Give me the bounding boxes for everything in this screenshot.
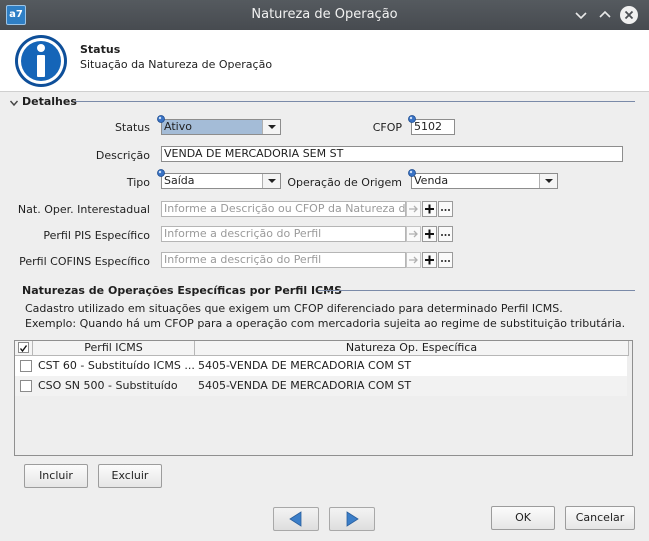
column-header-natureza[interactable]: Natureza Op. Específica (195, 341, 629, 356)
section-detalhes-title: Detalhes (22, 95, 77, 108)
collapse-chevron-icon[interactable] (9, 98, 19, 108)
arrow-right-icon (346, 511, 359, 527)
cfop-label: CFOP (372, 121, 402, 134)
tipo-value: Saída (164, 174, 195, 187)
perfil-icms-table: Perfil ICMS Natureza Op. Específica CST … (14, 340, 633, 456)
perfil-pis-more-button[interactable] (438, 226, 453, 242)
tipo-select[interactable]: Saída (161, 173, 281, 189)
icms-description-line2: Exemplo: Quando há um CFOP para a operaç… (25, 317, 626, 330)
info-icon (15, 35, 67, 87)
status-select[interactable]: Ativo (161, 119, 281, 135)
row-perfil-icms: CSO SN 500 - Substituído (38, 379, 178, 392)
operacao-origem-value: Venda (414, 174, 449, 187)
minimize-icon[interactable] (571, 5, 591, 25)
nat-oper-add-button[interactable] (422, 201, 437, 217)
arrow-right-icon (409, 205, 418, 213)
excluir-button[interactable]: Excluir (98, 464, 162, 488)
window-titlebar: a7 Natureza de Operação (0, 0, 649, 30)
plus-icon (425, 204, 434, 214)
header-title: Status (80, 43, 121, 56)
cancelar-button[interactable]: Cancelar (565, 506, 635, 530)
incluir-button[interactable]: Incluir (24, 464, 88, 488)
nat-oper-go-button[interactable] (406, 201, 421, 217)
ok-button[interactable]: OK (491, 506, 555, 530)
operacao-origem-dropdown-arrow[interactable] (539, 174, 557, 188)
ellipsis-icon (441, 209, 450, 211)
ellipsis-icon (441, 234, 450, 236)
maximize-icon[interactable] (595, 5, 615, 25)
perfil-pis-go-button[interactable] (406, 226, 421, 242)
required-dot-icon (408, 169, 416, 177)
chevron-down-icon (268, 125, 276, 129)
icms-description-line1: Cadastro utilizado em situações que exig… (25, 302, 563, 315)
required-dot-icon (157, 115, 165, 123)
chevron-down-icon (545, 179, 553, 183)
perfil-pis-input[interactable]: Informe a descrição do Perfil (161, 226, 406, 242)
row-natureza: 5405-VENDA DE MERCADORIA COM ST (198, 359, 412, 372)
nat-oper-more-button[interactable] (438, 201, 453, 217)
perfil-cofins-label: Perfil COFINS Específico (19, 255, 150, 268)
row-perfil-icms: CST 60 - Substituído ICMS ... (38, 359, 194, 372)
perfil-cofins-more-button[interactable] (438, 252, 453, 268)
next-button[interactable] (329, 507, 375, 531)
arrow-right-icon (409, 230, 418, 238)
select-all-checkbox[interactable] (18, 342, 29, 353)
ellipsis-icon (441, 260, 450, 262)
status-value: Ativo (162, 120, 262, 134)
section-divider (318, 290, 635, 291)
perfil-pis-label: Perfil PIS Específico (43, 229, 150, 242)
table-row[interactable]: CSO SN 500 - Substituído 5405-VENDA DE M… (15, 376, 627, 396)
perfil-cofins-go-button[interactable] (406, 252, 421, 268)
window-title: Natureza de Operação (251, 7, 398, 22)
previous-button[interactable] (273, 507, 319, 531)
operacao-origem-select[interactable]: Venda (411, 173, 558, 189)
plus-icon (425, 229, 434, 239)
column-header-perfil-icms[interactable]: Perfil ICMS (33, 341, 195, 356)
perfil-pis-add-button[interactable] (422, 226, 437, 242)
row-natureza: 5405-VENDA DE MERCADORIA COM ST (198, 379, 412, 392)
table-header: Perfil ICMS Natureza Op. Específica (15, 341, 629, 356)
cfop-input[interactable]: 5102 (411, 119, 455, 135)
descricao-input[interactable]: VENDA DE MERCADORIA SEM ST (161, 146, 623, 162)
section-icms-title: Naturezas de Operações Específicas por P… (22, 284, 342, 297)
descricao-label: Descrição (95, 149, 150, 162)
table-row[interactable]: CST 60 - Substituído ICMS ... 5405-VENDA… (15, 356, 627, 376)
nat-oper-interestadual-input[interactable]: Informe a Descrição ou CFOP da Natureza … (161, 201, 406, 217)
perfil-cofins-add-button[interactable] (422, 252, 437, 268)
header-subtitle: Situação da Natureza de Operação (80, 58, 273, 71)
required-dot-icon (157, 169, 165, 177)
operacao-origem-label: Operação de Origem (287, 176, 402, 189)
section-divider (75, 101, 635, 102)
dialog-header: Status Situação da Natureza de Operação (0, 30, 649, 92)
status-label: Status (114, 121, 150, 134)
close-icon[interactable] (619, 5, 639, 25)
arrow-left-icon (289, 511, 302, 527)
row-checkbox[interactable] (20, 380, 32, 392)
select-all-cell[interactable] (15, 341, 33, 356)
tipo-label: Tipo (126, 176, 150, 189)
row-checkbox[interactable] (20, 360, 32, 372)
arrow-right-icon (409, 256, 418, 264)
nat-oper-interestadual-label: Nat. Oper. Interestadual (17, 203, 150, 216)
required-dot-icon (408, 115, 416, 123)
status-dropdown-arrow[interactable] (262, 120, 280, 134)
check-icon (19, 345, 28, 353)
plus-icon (425, 255, 434, 265)
perfil-cofins-input[interactable]: Informe a descrição do Perfil (161, 252, 406, 268)
